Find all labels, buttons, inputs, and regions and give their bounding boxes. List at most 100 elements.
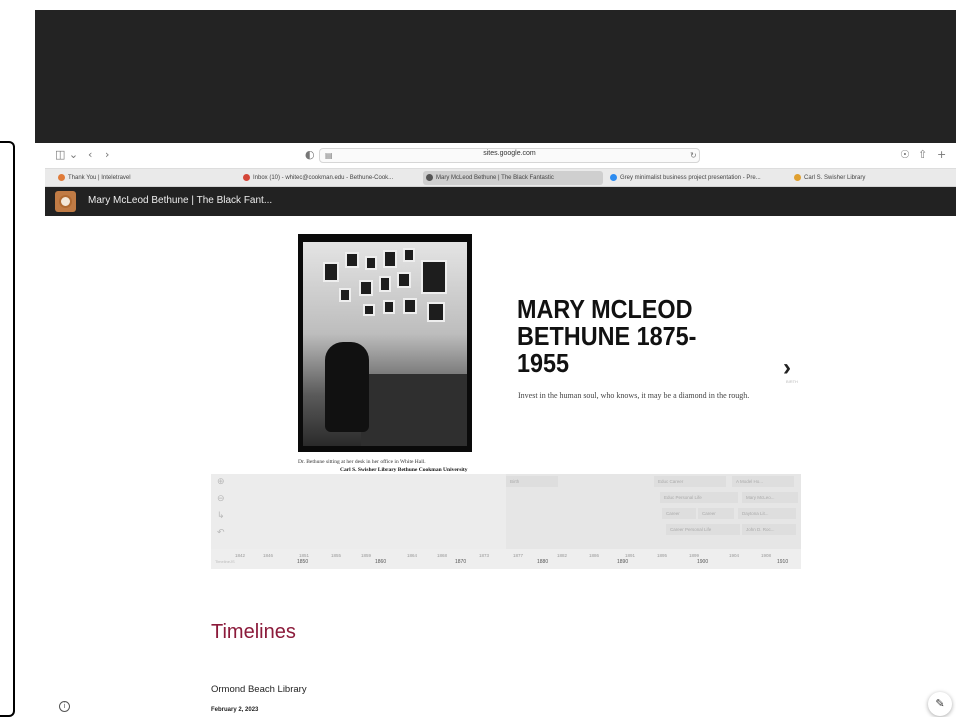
tab-swisher-library[interactable]: Carl S. Swisher Library [791,171,951,185]
wall-picture [427,302,445,322]
wall-picture [345,252,359,268]
tab-label: Thank You | Inteletravel [68,175,131,181]
timeline-event[interactable]: A Model Ho... [732,476,794,487]
reload-icon[interactable]: ↻ [690,150,697,162]
tab-favicon [794,174,801,181]
back-to-start-icon[interactable]: ↶ [217,527,225,538]
tab-bethune-black-fantastic[interactable]: Mary McLeod Bethune | The Black Fantasti… [423,171,603,185]
next-slide-arrow-icon[interactable]: › [783,354,791,382]
site-header: Mary McLeod Bethune | The Black Fant... [45,187,956,216]
wall-picture [379,276,391,292]
tab-grey-presentation[interactable]: Grey minimalist business project present… [607,171,787,185]
tick-label: 1877 [513,553,524,558]
timeline-event[interactable]: Career [662,508,696,519]
tick-label: 1891 [625,553,636,558]
wall-picture [323,262,339,282]
timeline-credit[interactable]: TimelineJS [215,559,235,564]
zoom-out-icon[interactable]: ⊖ [217,493,225,504]
privacy-shield-icon[interactable]: ◐ [305,149,315,161]
timeline-event[interactable]: Educ Career [654,476,726,487]
timeline-axis[interactable]: TimelineJS 1842 1846 1851 1855 1859 1864… [211,549,801,569]
tick-label: 1880 [537,559,549,565]
office-photo [303,242,467,446]
wall-picture [359,280,373,296]
tab-label: Mary McLeod Bethune | The Black Fantasti… [436,175,554,181]
plus-icon[interactable]: + [937,149,946,161]
timeline-nav: ⊕ ⊖ ↳ ↶ Birth Educ Career A Model Ho... … [211,474,801,569]
tick-label: 1895 [657,553,668,558]
tab-favicon [610,174,617,181]
entry-date: February 2, 2023 [211,707,259,713]
section-title: Timelines [211,621,296,643]
browser-window: ◫ ⌄ ‹ › ◐ ▤ sites.google.com ↻ ☉ ⇧ + Tha… [45,143,956,717]
timeline-event[interactable]: Career [698,508,734,519]
tab-favicon [243,174,250,181]
timeline-event[interactable]: Career Personal Life [666,524,740,535]
tab-label: Grey minimalist business project present… [620,175,761,181]
tick-label: 1859 [361,553,372,558]
return-icon[interactable]: ↳ [217,510,225,521]
tab-favicon [58,174,65,181]
next-slide-label[interactable]: BIRTH [786,379,798,384]
tick-label: 1873 [479,553,490,558]
bethune-photo [298,234,472,452]
tab-strip: Thank You | Inteletravel Inbox (10) - wh… [45,168,956,187]
tick-label: 1846 [263,553,274,558]
wall-picture [339,288,351,302]
timeline-event[interactable]: John D. Roc... [742,524,796,535]
timeline-event[interactable]: Birth [506,476,558,487]
tick-label: 1886 [589,553,600,558]
forward-arrow-icon[interactable]: › [105,149,109,161]
wall-picture [383,250,397,268]
entry-title[interactable]: Ormond Beach Library [211,684,307,695]
tab-inteletravel[interactable]: Thank You | Inteletravel [55,171,235,185]
hero-quote: Invest in the human soul, who knows, it … [518,391,750,400]
tick-label: 1860 [375,559,387,565]
timeline-event[interactable]: Educ Personal Life [660,492,738,503]
tick-label: 1855 [331,553,342,558]
timeline-tools: ⊕ ⊖ ↳ ↶ [211,474,506,549]
wall-picture [363,304,375,316]
photo-credit: Carl S. Swisher Library Bethune Cookman … [340,467,468,473]
site-title[interactable]: Mary McLeod Bethune | The Black Fant... [88,195,272,206]
left-window-edge [0,141,15,717]
wall-picture [365,256,377,270]
tab-favicon [426,174,433,181]
wall-picture [397,272,411,288]
tick-label: 1868 [437,553,448,558]
back-arrow-icon[interactable]: ‹ [88,149,92,161]
screen: ◫ ⌄ ‹ › ◐ ▤ sites.google.com ↻ ☉ ⇧ + Tha… [0,0,956,717]
wall-picture [383,300,395,314]
tick-label: 1851 [299,553,310,558]
browser-toolbar: ◫ ⌄ ‹ › ◐ ▤ sites.google.com ↻ ☉ ⇧ + [45,143,956,168]
tick-label: 1864 [407,553,418,558]
share-icon[interactable]: ⇧ [918,149,927,161]
page-content: Dr. Bethune sitting at her desk in her o… [45,216,956,716]
tab-label: Carl S. Swisher Library [804,175,866,181]
tick-label: 1870 [455,559,467,565]
wall-picture [403,298,417,314]
download-icon[interactable]: ☉ [900,149,910,161]
timeline-events: Birth Educ Career A Model Ho... Educ Per… [506,474,801,549]
tick-label: 1904 [729,553,740,558]
black-overlay-bar [35,10,956,143]
tab-label: Inbox (10) - whitec@cookman.edu - Bethun… [253,175,394,181]
timeline-event[interactable]: Daytona Lit... [738,508,796,519]
tick-label: 1900 [697,559,709,565]
sidebar-icon[interactable]: ◫ ⌄ [55,149,78,161]
tick-label: 1842 [235,553,246,558]
edit-pencil-icon[interactable]: ✎ [928,692,952,716]
tab-inbox[interactable]: Inbox (10) - whitec@cookman.edu - Bethun… [240,171,420,185]
address-bar[interactable]: ▤ sites.google.com ↻ [319,148,700,163]
tick-label: 1850 [297,559,309,565]
hero-title: MARY MCLEOD BETHUNE 1875-1955 [517,294,697,378]
site-logo[interactable] [55,191,76,212]
tick-label: 1908 [761,553,772,558]
tick-label: 1882 [557,553,568,558]
info-icon[interactable]: i [59,701,70,712]
person-figure [325,342,369,432]
tick-label: 1899 [689,553,700,558]
address-url: sites.google.com [483,150,536,157]
zoom-in-icon[interactable]: ⊕ [217,476,225,487]
timeline-event[interactable]: Mary McLeo... [742,492,798,503]
